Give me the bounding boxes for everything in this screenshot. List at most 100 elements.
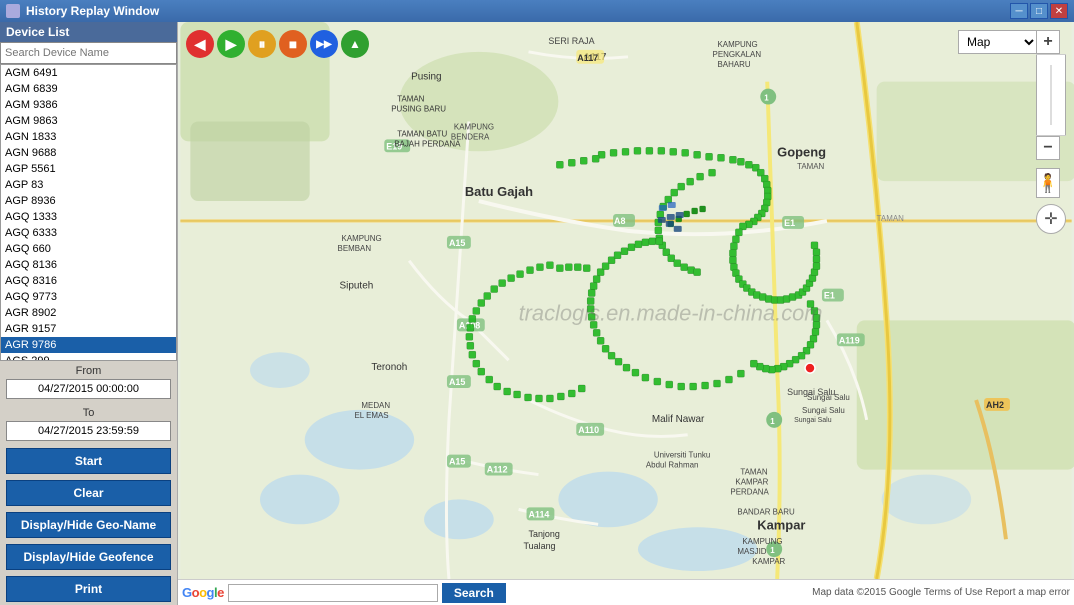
google-search-input[interactable] [228,584,438,602]
svg-text:TAMAN BATU: TAMAN BATU [397,129,447,138]
clear-button[interactable]: Clear [6,480,171,506]
rewind-button[interactable]: ◀ [186,30,214,58]
svg-text:1: 1 [770,546,775,555]
from-section: From [0,361,177,403]
device-item[interactable]: AGP 5561 [1,161,176,177]
print-button[interactable]: Print [6,576,171,602]
device-item[interactable]: AGQ 6333 [1,225,176,241]
svg-text:BENDERA: BENDERA [451,132,490,141]
zoom-out-button[interactable]: − [1036,136,1060,160]
svg-text:Universiti Tunku: Universiti Tunku [654,451,710,460]
svg-text:A15: A15 [449,377,465,387]
to-label: To [6,407,171,419]
svg-text:A112: A112 [487,465,508,475]
svg-text:Teronoh: Teronoh [371,362,407,373]
zoom-controls: + − 🧍 ✛ [1036,30,1066,234]
svg-text:TAMAN: TAMAN [740,468,767,477]
svg-text:Malif Nawar: Malif Nawar [652,414,705,425]
device-item[interactable]: AGQ 9773 [1,289,176,305]
svg-text:TAMAN: TAMAN [877,214,904,223]
svg-text:Sungai Salu: Sungai Salu [787,387,835,397]
device-item[interactable]: AGN 9688 [1,145,176,161]
from-datetime-input[interactable] [6,379,171,399]
fast-forward-button[interactable]: ▶▶ [310,30,338,58]
display-hide-geoname-button[interactable]: Display/Hide Geo-Name [6,512,171,538]
svg-text:E1: E1 [824,291,835,301]
playback-controls: ◀ ▶ ⏸ ■ ▶▶ ▲ [186,30,369,58]
end-button[interactable]: ▲ [341,30,369,58]
svg-text:traclogis.en.made-in-china.com: traclogis.en.made-in-china.com [519,300,823,325]
zoom-in-button[interactable]: + [1036,30,1060,54]
svg-text:AH2: AH2 [986,400,1004,410]
svg-text:A110: A110 [578,425,599,435]
svg-text:PUSING BARU: PUSING BARU [391,105,446,114]
svg-text:KAMPUNG: KAMPUNG [342,234,382,243]
svg-text:KAMPAR: KAMPAR [735,478,768,487]
to-datetime-input[interactable] [6,421,171,441]
svg-text:1: 1 [764,94,769,103]
google-bar: Google Search Map data ©2015 Google Term… [178,579,1074,605]
from-label: From [6,365,171,377]
main-content: Device List AGM 6491AGM 6839AGM 9386AGM … [0,22,1074,605]
window-title: History Replay Window [26,4,159,18]
play-button[interactable]: ▶ [217,30,245,58]
svg-text:A15: A15 [449,238,465,248]
street-view-button[interactable]: 🧍 [1036,168,1060,198]
device-list-header: Device List [0,22,177,42]
close-button[interactable]: ✕ [1050,3,1068,19]
device-item[interactable]: AGQ 660 [1,241,176,257]
svg-text:A117: A117 [577,53,598,63]
pause-button[interactable]: ⏸ [248,30,276,58]
window-controls: ─ □ ✕ [1010,3,1068,19]
device-search-input[interactable] [0,42,177,64]
minimize-button[interactable]: ─ [1010,3,1028,19]
maximize-button[interactable]: □ [1030,3,1048,19]
svg-text:BANDAR BARU: BANDAR BARU [737,507,795,516]
device-item[interactable]: AGM 9386 [1,97,176,113]
svg-text:Tanjong: Tanjong [529,529,560,539]
device-item[interactable]: AGR 9786 [1,337,176,353]
svg-text:E1: E1 [784,218,795,228]
svg-text:Sungai Salu: Sungai Salu [802,406,845,415]
stop-button[interactable]: ■ [279,30,307,58]
device-item[interactable]: AGM 9863 [1,113,176,129]
to-section: To [0,403,177,445]
map-area[interactable]: A117 A117 A8 A108 A15 A15 A15 A110 A112 [178,22,1074,605]
device-item[interactable]: AGP 8936 [1,193,176,209]
svg-text:A8: A8 [614,216,625,226]
svg-text:MASJID: MASJID [737,547,766,556]
svg-text:KAMPUNG: KAMPUNG [718,40,758,49]
device-item[interactable]: AGS 299 [1,353,176,361]
svg-text:KAMPUNG: KAMPUNG [454,122,494,131]
map-type-dropdown[interactable]: Map Satellite Hybrid Terrain [958,30,1038,54]
device-item[interactable]: AGQ 8136 [1,257,176,273]
device-item[interactable]: AGM 6491 [1,65,176,81]
device-item[interactable]: AGM 6839 [1,81,176,97]
svg-text:PERDANA: PERDANA [730,487,769,496]
device-item[interactable]: AGQ 8316 [1,273,176,289]
device-item[interactable]: AGN 1833 [1,129,176,145]
svg-text:MEDAN: MEDAN [361,401,390,410]
map-type-selector: Map Satellite Hybrid Terrain [958,30,1038,54]
svg-text:BEMBAN: BEMBAN [338,244,372,253]
device-item[interactable]: AGP 83 [1,177,176,193]
svg-text:A15: A15 [449,457,465,467]
svg-text:Siputeh: Siputeh [340,281,374,292]
svg-text:EL EMAS: EL EMAS [354,411,388,420]
device-item[interactable]: AGR 9157 [1,321,176,337]
device-item[interactable]: AGQ 1333 [1,209,176,225]
svg-text:Tualang: Tualang [524,541,556,551]
svg-text:A114: A114 [529,509,550,519]
compass-button[interactable]: ✛ [1036,204,1066,234]
map-svg: A117 A117 A8 A108 A15 A15 A15 A110 A112 [178,22,1074,579]
google-logo: Google [182,585,224,600]
display-hide-geofence-button[interactable]: Display/Hide Geofence [6,544,171,570]
google-search-button[interactable]: Search [442,583,506,603]
svg-text:1: 1 [770,417,775,426]
start-button[interactable]: Start [6,448,171,474]
svg-text:A119: A119 [839,335,860,345]
svg-text:PENGKALAN: PENGKALAN [713,50,762,59]
app-icon [6,4,20,18]
device-item[interactable]: AGR 8902 [1,305,176,321]
svg-text:Abdul Rahman: Abdul Rahman [646,461,699,470]
